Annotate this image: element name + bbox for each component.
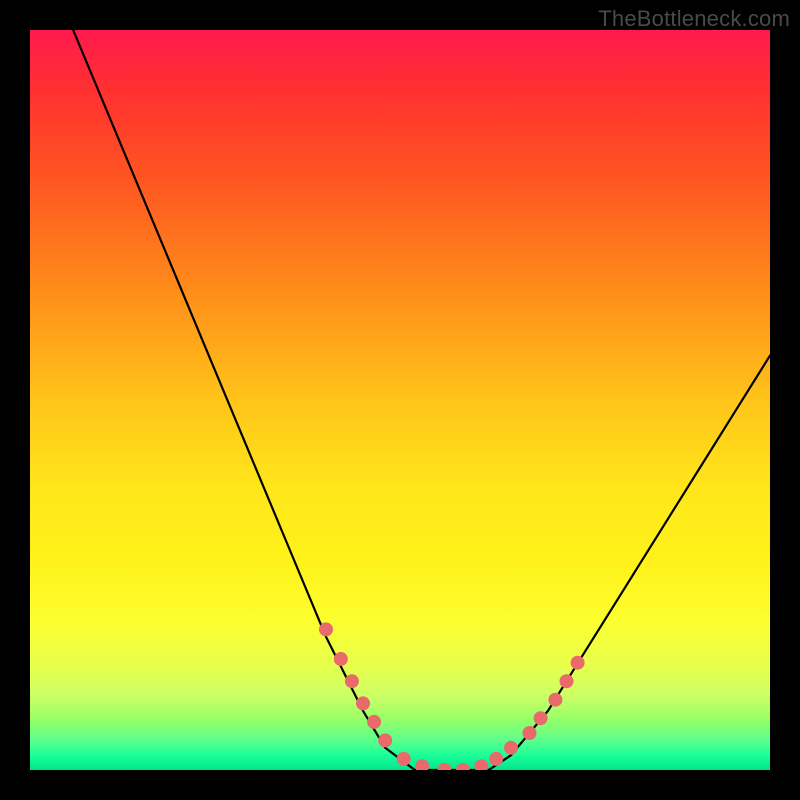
- curve-marker: [474, 759, 488, 770]
- curve-marker: [534, 711, 548, 725]
- curve-marker: [523, 726, 537, 740]
- watermark-text: TheBottleneck.com: [598, 6, 790, 32]
- curve-marker: [345, 674, 359, 688]
- curve-marker: [356, 696, 370, 710]
- curve-marker: [437, 763, 451, 770]
- curve-marker: [504, 741, 518, 755]
- bottleneck-curve: [30, 30, 770, 770]
- curve-marker: [367, 715, 381, 729]
- curve-marker: [489, 752, 503, 766]
- curve-marker: [560, 674, 574, 688]
- curve-marker: [456, 763, 470, 770]
- curve-marker: [319, 622, 333, 636]
- curve-marker: [397, 752, 411, 766]
- curve-layer: [30, 30, 770, 770]
- chart-frame: TheBottleneck.com: [0, 0, 800, 800]
- curve-marker: [571, 656, 585, 670]
- curve-marker: [415, 759, 429, 770]
- plot-area: [30, 30, 770, 770]
- curve-marker: [378, 733, 392, 747]
- curve-marker: [334, 652, 348, 666]
- curve-marker: [548, 693, 562, 707]
